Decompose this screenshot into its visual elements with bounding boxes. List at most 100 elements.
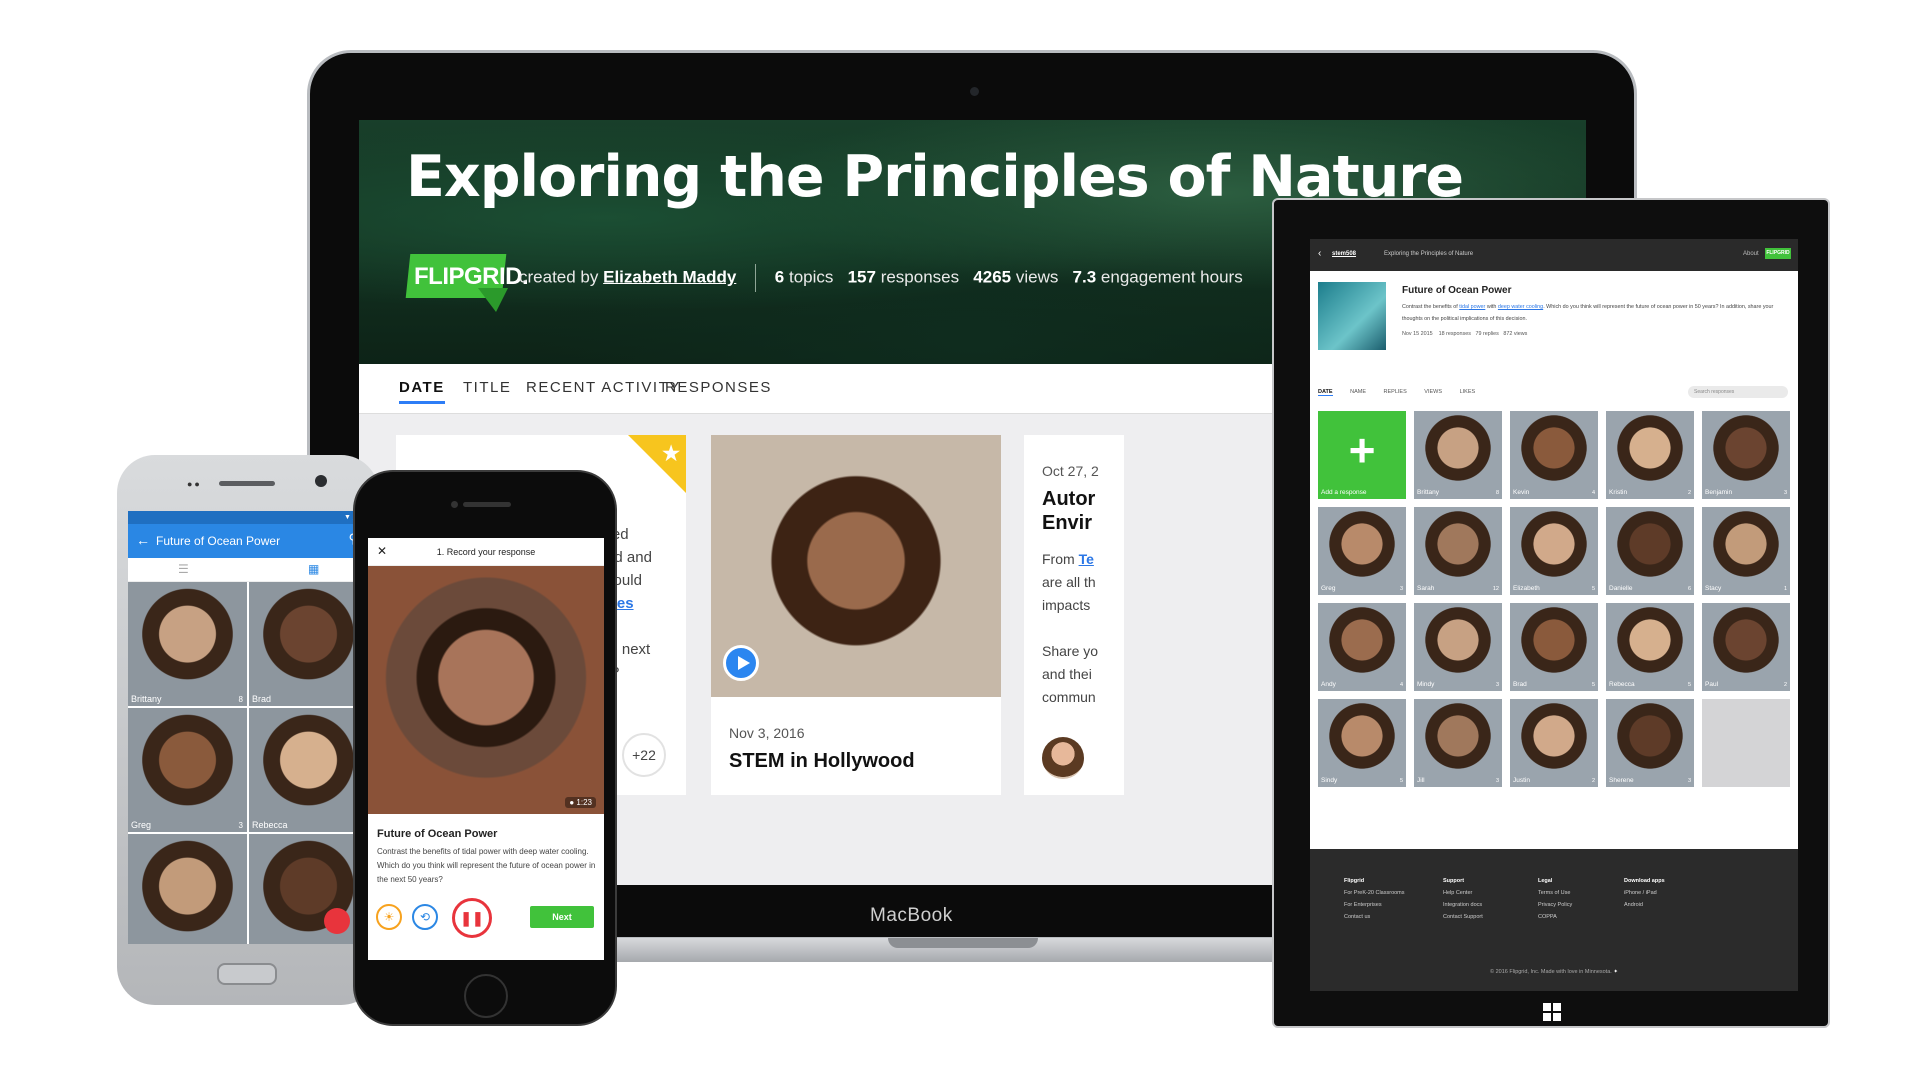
response-tile[interactable]: Kevin 4 [1510, 411, 1598, 499]
tab-recent-activity[interactable]: RECENT ACTIVITY [526, 379, 681, 396]
footer-link[interactable]: For PreK-20 Classrooms [1344, 887, 1405, 899]
home-button[interactable] [464, 974, 508, 1018]
tab-name[interactable]: NAME [1350, 389, 1366, 395]
tidal-power-link[interactable]: tidal power [1459, 304, 1485, 310]
response-tile[interactable]: Sherene 3 [1606, 699, 1694, 787]
reply-count: 3 [238, 821, 243, 830]
grid-name: Exploring the Principles of Nature [1384, 251, 1474, 257]
response-tile[interactable] [249, 834, 368, 944]
response-tile[interactable]: Greg 3 [128, 708, 247, 832]
author-link[interactable]: Elizabeth Maddy [603, 267, 736, 286]
avatar[interactable] [1042, 737, 1084, 779]
tab-date[interactable]: DATE [399, 379, 445, 404]
desc-line: From [1042, 551, 1075, 567]
response-tile[interactable]: Andy 4 [1318, 603, 1406, 691]
twitter-icon[interactable]: ✦ [1613, 969, 1618, 975]
response-tile[interactable]: Brittany 8 [1414, 411, 1502, 499]
tablet-screen: ‹ stem508 Exploring the Principles of Na… [1310, 239, 1798, 991]
footer-heading: Support [1443, 878, 1465, 884]
footer-link[interactable]: Contact us [1344, 911, 1405, 923]
footer-link[interactable]: Android [1624, 899, 1665, 911]
response-tile[interactable]: Paul 2 [1702, 603, 1790, 691]
footer-col-apps: Download apps iPhone / iPad Android [1624, 875, 1665, 911]
footer-link[interactable]: For Enterprises [1344, 899, 1405, 911]
response-tile[interactable]: Danielle 6 [1606, 507, 1694, 595]
topic-title: Future of Ocean Power [377, 828, 498, 840]
footer-link[interactable]: iPhone / iPad [1624, 887, 1665, 899]
tab-title[interactable]: TITLE [463, 379, 511, 396]
response-tile[interactable]: Kristin 2 [1606, 411, 1694, 499]
grid-view-icon[interactable]: ▦ [308, 562, 319, 576]
response-tile[interactable]: Benjamin 3 [1702, 411, 1790, 499]
windows-icon[interactable] [1543, 1003, 1561, 1021]
search-input[interactable]: Search responses [1688, 386, 1788, 398]
desc-link[interactable]: Te [1079, 551, 1094, 567]
footer-link[interactable]: Privacy Policy [1538, 899, 1572, 911]
back-arrow-icon[interactable]: ← [136, 532, 150, 548]
reply-count: 4 [1591, 490, 1595, 496]
flipgrid-logo[interactable]: FLIPGRID. [405, 254, 529, 312]
brightness-icon[interactable]: ☀ [376, 904, 402, 930]
footer-link[interactable]: Integration docs [1443, 899, 1483, 911]
tab-views[interactable]: VIEWS [1424, 389, 1442, 395]
tab-date[interactable]: DATE [1318, 389, 1333, 396]
reply-count: 5 [1591, 682, 1595, 688]
topic-title[interactable]: STEM in Hollywood [729, 750, 915, 773]
back-arrow-icon[interactable]: ‹ [1318, 248, 1321, 259]
star-icon: ★ [662, 443, 680, 465]
topic-description: Contrast the benefits of tidal power wit… [1402, 301, 1792, 325]
home-button[interactable] [217, 963, 277, 985]
flip-camera-icon[interactable]: ⟲ [412, 904, 438, 930]
title-line: Envir [1042, 512, 1093, 534]
grid-owner-link[interactable]: stem508 [1332, 251, 1356, 257]
response-name: Benjamin [1705, 489, 1733, 496]
response-tile[interactable]: Rebecca 5 [1606, 603, 1694, 691]
response-tile[interactable]: Brad 5 [1510, 603, 1598, 691]
response-tile[interactable]: Elizabeth 5 [1510, 507, 1598, 595]
flipgrid-logo[interactable]: FLIPGRID [1765, 248, 1791, 259]
response-tile[interactable]: Sindy 5 [1318, 699, 1406, 787]
reply-count: 4 [1399, 682, 1403, 688]
speaker-icon [219, 481, 275, 486]
response-tile[interactable]: Rebecca [249, 708, 368, 832]
android-screen: ▼ ◢ ▮ ← Future of Ocean Power ⚲ ☰ ▦ Brit… [128, 511, 368, 944]
play-icon[interactable] [723, 645, 759, 681]
response-tile[interactable]: Sarah 12 [1414, 507, 1502, 595]
response-tile[interactable]: Brad [249, 582, 368, 706]
footer-link[interactable]: Help Center [1443, 887, 1483, 899]
response-tile[interactable]: Mindy 3 [1414, 603, 1502, 691]
topic-thumbnail[interactable] [1318, 282, 1386, 350]
deep-water-cooling-link[interactable]: deep water cooling [1498, 304, 1543, 310]
tab-likes[interactable]: LIKES [1460, 389, 1476, 395]
footer-col-legal: Legal Terms of Use Privacy Policy COPPA [1538, 875, 1572, 923]
response-name: Greg [1321, 585, 1336, 592]
app-bar: ← Future of Ocean Power ⚲ [128, 524, 368, 558]
add-response-button[interactable]: + Add a response [1318, 411, 1406, 499]
more-responses-button[interactable]: +22 [622, 733, 666, 777]
response-tile[interactable]: Brittany 8 [128, 582, 247, 706]
list-view-icon[interactable]: ☰ [178, 562, 189, 576]
response-tile[interactable]: Greg 3 [1318, 507, 1406, 595]
responses-count: 18 responses [1438, 331, 1471, 337]
footer-link[interactable]: COPPA [1538, 911, 1572, 923]
topic-title[interactable]: Autor Envir [1042, 487, 1095, 535]
response-tile[interactable]: Justin 2 [1510, 699, 1598, 787]
tab-replies[interactable]: REPLIES [1384, 389, 1407, 395]
topic-stats: Nov 15 2015 18 responses 79 replies 872 … [1402, 331, 1527, 337]
footer-link[interactable]: Contact Support [1443, 911, 1483, 923]
footer-col-flipgrid: Flipgrid For PreK-20 Classrooms For Ente… [1344, 875, 1405, 923]
topic-card[interactable]: Nov 3, 2016 STEM in Hollywood [711, 435, 1001, 795]
next-button[interactable]: Next [530, 906, 594, 928]
response-tile[interactable]: Jill 3 [1414, 699, 1502, 787]
record-button[interactable] [324, 908, 350, 934]
response-tile[interactable] [128, 834, 247, 944]
about-link[interactable]: About [1743, 251, 1759, 257]
tab-responses[interactable]: RESPONSES [665, 379, 772, 396]
topic-card[interactable]: Oct 27, 2 Autor Envir From Te are all th… [1024, 435, 1124, 795]
recorder-header: ✕ 1. Record your response [368, 538, 604, 566]
response-tile[interactable]: Stacy 1 [1702, 507, 1790, 595]
footer-link[interactable]: Terms of Use [1538, 887, 1572, 899]
response-name: Andy [1321, 681, 1336, 688]
pause-button[interactable]: ❚❚ [452, 898, 492, 938]
topic-title: Future of Ocean Power [156, 534, 281, 548]
